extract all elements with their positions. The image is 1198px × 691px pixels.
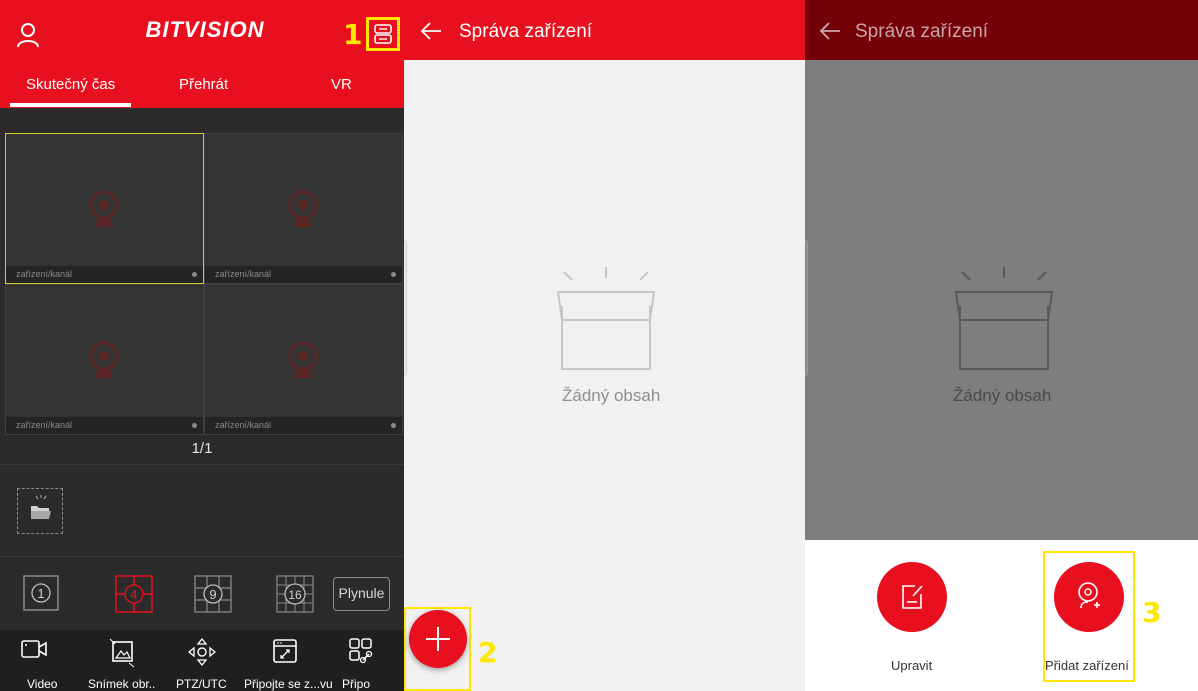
empty-box-icon [556, 267, 656, 370]
camera-placeholder-icon [288, 341, 318, 378]
step-annotation-1: 1 [343, 18, 363, 51]
user-icon[interactable] [16, 22, 40, 48]
empty-state-text: Žádný obsah [562, 386, 661, 405]
tab-vr[interactable]: VR [331, 76, 352, 93]
empty-box-icon [954, 267, 1054, 370]
step-annotation-3: 3 [1142, 596, 1162, 629]
connect-icon [273, 639, 297, 663]
drawer-handle[interactable] [805, 240, 808, 376]
connect-label: Připojte se z...vu [244, 677, 333, 691]
edit-icon [902, 585, 923, 609]
camera-placeholder-icon [288, 190, 318, 227]
app-header: BITVISION 1 [0, 0, 404, 60]
ptz-button[interactable]: PTZ/UTC [160, 630, 240, 691]
video-button[interactable]: Video [0, 630, 80, 691]
cell-label: zařízení/kanál [205, 266, 402, 283]
divider [0, 464, 404, 465]
video-cell[interactable]: zařízení/kanál [204, 284, 403, 435]
snapshot-icon [109, 638, 135, 668]
layout-9-button[interactable]: 9 [192, 570, 236, 614]
layout-16-label: 16 [288, 588, 302, 602]
drawer-handle[interactable] [404, 240, 407, 376]
edit-label: Upravit [891, 658, 933, 673]
back-arrow-icon[interactable] [420, 22, 442, 40]
ptz-label: PTZ/UTC [176, 677, 227, 691]
connect-more-button[interactable]: Připo [340, 630, 404, 691]
page-indicator: 1/1 [191, 440, 213, 457]
snapshot-label: Snímek obr.. [88, 677, 156, 691]
status-dot [391, 272, 396, 277]
back-arrow-icon[interactable] [819, 22, 841, 40]
app-logo: BITVISION [145, 17, 265, 42]
highlight-frame [1043, 551, 1135, 682]
action-sheet: Upravit Přidat zařízení [805, 540, 1198, 691]
camera-placeholder-icon [89, 341, 119, 378]
snapshot-folder-button[interactable] [17, 488, 63, 534]
edit-button[interactable] [877, 562, 947, 632]
layout-9-label: 9 [209, 587, 216, 602]
view-tabs: Skutečný čas Přehrát VR [0, 60, 404, 108]
device-list-button[interactable] [366, 17, 400, 51]
dimmed-overlay[interactable]: Žádný obsah [805, 60, 1198, 540]
connect-button[interactable]: Připojte se z...vu [240, 630, 340, 691]
connect-more-label: Připo [342, 677, 371, 691]
status-dot [391, 423, 396, 428]
layout-selector: 1 4 9 16 Plynule [0, 570, 404, 626]
video-label: Video [27, 677, 58, 691]
device-list-icon [374, 24, 392, 44]
divider [0, 556, 404, 557]
snapshot-button[interactable]: Snímek obr.. [80, 630, 160, 691]
step-annotation-2: 2 [478, 636, 498, 669]
tab-live[interactable]: Skutečný čas [26, 76, 115, 93]
video-grid: zařízení/kanál zařízení/kanál zařízení/k… [0, 133, 404, 435]
video-cell[interactable]: zařízení/kanál [5, 133, 204, 284]
camera-placeholder-icon [89, 190, 119, 227]
live-view-screen: BITVISION 1 Skutečný čas Přehrát VR zaří… [0, 0, 404, 691]
add-device-fab[interactable] [409, 610, 467, 668]
video-cell[interactable]: zařízení/kanál [5, 284, 204, 435]
page-title: Správa zařízení [855, 21, 989, 42]
empty-state-text: Žádný obsah [953, 386, 1052, 405]
cell-label: zařízení/kanál [6, 266, 203, 283]
bottom-toolbar: Video Snímek obr.. PTZ/UTC Připojte se z… [0, 630, 404, 691]
layout-4-button[interactable]: 4 [113, 570, 157, 614]
video-cell[interactable]: zařízení/kanál [204, 133, 403, 284]
connect-more-icon [349, 638, 373, 664]
layout-16-button[interactable]: 16 [274, 570, 318, 614]
status-dot [192, 272, 197, 277]
status-dot [192, 423, 197, 428]
folder-icon [31, 495, 51, 519]
layout-1-label: 1 [37, 586, 44, 601]
layout-1-button[interactable]: 1 [21, 570, 61, 614]
add-device-menu-screen: Správa zařízení Žádný obsah Upravit Přid… [805, 0, 1198, 691]
ptz-icon [188, 638, 216, 666]
cell-label: zařízení/kanál [205, 417, 402, 434]
header-bar: Správa zařízení [404, 0, 805, 60]
plus-icon [426, 627, 450, 651]
page-title: Správa zařízení [459, 21, 593, 42]
cell-label: zařízení/kanál [6, 417, 203, 434]
video-icon [21, 640, 47, 658]
device-management-screen: Správa zařízení Žádný obsah 2 [404, 0, 805, 691]
layout-4-label: 4 [130, 587, 137, 602]
tab-playback[interactable]: Přehrát [179, 76, 228, 93]
stream-quality-button[interactable]: Plynule [333, 577, 390, 611]
active-tab-indicator [10, 103, 131, 107]
header-bar: Správa zařízení [805, 0, 1198, 60]
